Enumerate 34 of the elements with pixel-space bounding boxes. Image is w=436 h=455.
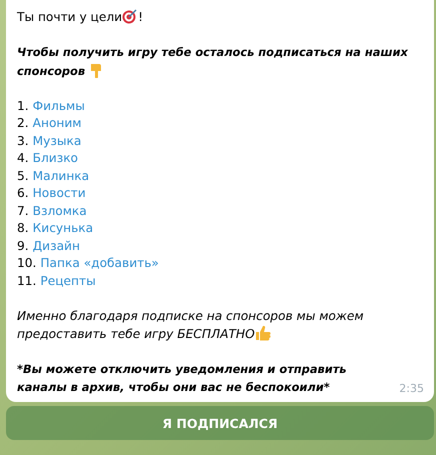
pointing-down-icon (89, 62, 104, 78)
greeting-text: Ты почти у цели (17, 10, 122, 24)
thumbs-up-icon (254, 325, 271, 341)
greeting-text: ! (138, 10, 143, 24)
sponsor-link[interactable]: Рецепты (40, 272, 96, 290)
list-number: 4. (17, 150, 29, 167)
sponsor-link[interactable]: Аноним (32, 115, 82, 132)
message-time: 2:35 (398, 382, 424, 396)
note-text: предоставить тебе игру БЕСПЛАТНО (17, 327, 255, 341)
sponsor-link[interactable]: Музыка (32, 132, 82, 150)
subscribed-button[interactable]: Я ПОДПИСАЛСЯ (6, 406, 434, 440)
sponsor-link[interactable]: Близко (32, 150, 78, 168)
list-number: 11. (17, 272, 36, 290)
sponsor-link[interactable]: Папка «добавить» (40, 255, 159, 272)
footnote-text: *Вы можете отключить уведомления и отправить каналы в архив, чтобы они вас не беспокоили* (17, 361, 348, 396)
instruction-text: Чтобы получить игру тебе осталось подписаться на наших (17, 45, 408, 59)
note-text: Именно благодаря подписке на спонсоров мы можем (17, 308, 364, 322)
list-number: 1. (17, 98, 29, 114)
sponsor-link[interactable]: Малинка (32, 168, 90, 185)
list-number: 6. (17, 185, 29, 202)
sponsor-link[interactable]: Кисунька (32, 220, 94, 238)
list-number: 5. (17, 168, 29, 184)
list-number: 10. (17, 255, 36, 272)
instruction-text: спонсоров (17, 64, 86, 78)
target-icon (122, 9, 138, 24)
sponsor-link[interactable]: Фильмы (32, 98, 85, 115)
list-number: 7. (17, 202, 29, 220)
list-number: 3. (17, 132, 29, 150)
sponsor-link[interactable]: Новости (32, 185, 86, 202)
sponsor-link[interactable]: Дизайн (32, 238, 80, 255)
sponsor-link[interactable]: Взломка (32, 202, 87, 220)
list-number: 9. (17, 238, 29, 254)
list-number: 8. (17, 220, 29, 237)
list-number: 2. (17, 115, 29, 132)
